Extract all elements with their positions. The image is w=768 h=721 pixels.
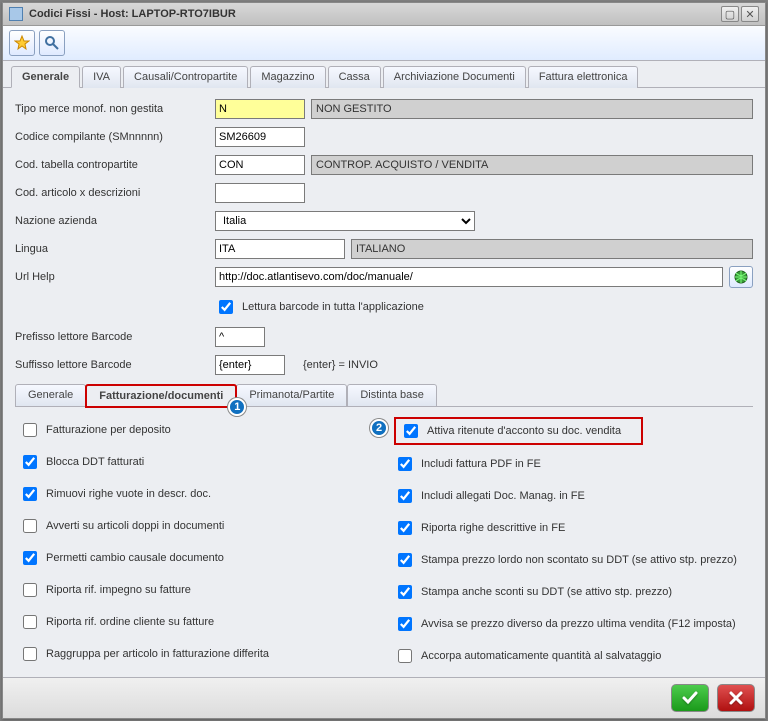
subtabs: Generale Fatturazione/documenti 1 Priman… xyxy=(15,384,753,407)
input-lingua[interactable] xyxy=(215,239,345,259)
label-prefisso: Prefisso lettore Barcode xyxy=(15,331,215,343)
ro-lingua: ITALIANO xyxy=(351,239,753,259)
window: Codici Fissi - Host: LAPTOP-RTO7IBUR ▢ ✕… xyxy=(2,2,766,719)
checkbox[interactable] xyxy=(398,553,412,567)
label-lingua: Lingua xyxy=(15,243,215,255)
input-prefisso[interactable] xyxy=(215,327,265,347)
checkbox[interactable] xyxy=(398,521,412,535)
checkbox-lettura-barcode[interactable] xyxy=(219,300,233,314)
window-title: Codici Fissi - Host: LAPTOP-RTO7IBUR xyxy=(29,8,236,20)
hint-suffisso: {enter} = INVIO xyxy=(303,359,378,371)
checkbox[interactable] xyxy=(23,423,37,437)
content: Tipo merce monof. non gestita NON GESTIT… xyxy=(3,88,765,677)
check-icon xyxy=(680,688,700,708)
label-suffisso: Suffisso lettore Barcode xyxy=(15,359,215,371)
maximize-button[interactable]: ▢ xyxy=(721,6,739,22)
cb-option[interactable]: Stampa anche sconti su DDT (se attivo st… xyxy=(394,579,749,605)
checkbox[interactable] xyxy=(23,487,37,501)
subtab-distinta[interactable]: Distinta base xyxy=(347,384,437,406)
cb-option[interactable]: Riporta rif. ordine cliente su fatture xyxy=(19,609,374,635)
titlebar: Codici Fissi - Host: LAPTOP-RTO7IBUR ▢ ✕ xyxy=(3,3,765,26)
cancel-dialog-button[interactable] xyxy=(717,684,755,712)
bottombar xyxy=(3,677,765,718)
cb-option[interactable]: Raggruppa per articolo in fatturazione d… xyxy=(19,641,374,667)
close-button[interactable]: ✕ xyxy=(741,6,759,22)
tab-cassa[interactable]: Cassa xyxy=(328,66,381,88)
subcontent: Fatturazione per deposito Blocca DDT fatt… xyxy=(15,407,753,673)
x-icon xyxy=(726,688,746,708)
cb-option[interactable]: Avvisa se prezzo diverso da prezzo ultim… xyxy=(394,611,749,637)
input-cod-tabella[interactable] xyxy=(215,155,305,175)
toolbar xyxy=(3,26,765,61)
checkbox[interactable] xyxy=(398,489,412,503)
label-tipo-merce: Tipo merce monof. non gestita xyxy=(15,103,215,115)
label-codice-comp: Codice compilante (SMnnnnn) xyxy=(15,131,215,143)
cb-option[interactable]: Includi fattura PDF in FE xyxy=(394,451,749,477)
cb-option[interactable]: Accorpa automaticamente quantità al salv… xyxy=(394,643,749,669)
cb-option[interactable]: Permetti cambio causale documento xyxy=(19,545,374,571)
tab-fattura-elettronica[interactable]: Fattura elettronica xyxy=(528,66,639,88)
checkbox[interactable] xyxy=(23,455,37,469)
magnifier-icon xyxy=(44,35,60,51)
ro-cod-tabella: CONTROP. ACQUISTO / VENDITA xyxy=(311,155,753,175)
checkbox[interactable] xyxy=(23,551,37,565)
ok-button[interactable] xyxy=(671,684,709,712)
main-tabstrip: Generale IVA Causali/Contropartite Magaz… xyxy=(3,61,765,88)
cb-highlighted[interactable]: Attiva ritenute d'acconto su doc. vendit… xyxy=(394,417,643,445)
app-icon xyxy=(9,7,23,21)
checkbox[interactable] xyxy=(398,585,412,599)
input-url-help[interactable] xyxy=(215,267,723,287)
checkbox[interactable] xyxy=(398,617,412,631)
checkbox[interactable] xyxy=(23,519,37,533)
label-cod-tabella: Cod. tabella contropartite xyxy=(15,159,215,171)
checkbox[interactable] xyxy=(398,649,412,663)
input-suffisso[interactable] xyxy=(215,355,285,375)
open-url-button[interactable] xyxy=(729,266,753,288)
search-button[interactable] xyxy=(39,30,65,56)
cb-option[interactable]: Fatturazione per deposito xyxy=(19,417,374,443)
right-column: 2Attiva ritenute d'acconto su doc. vendi… xyxy=(394,417,749,669)
globe-icon xyxy=(734,270,748,284)
star-wand-icon xyxy=(14,35,30,51)
cb-option[interactable]: Stampa prezzo lordo non scontato su DDT … xyxy=(394,547,749,573)
subtab-generale[interactable]: Generale xyxy=(15,384,86,406)
checkbox[interactable] xyxy=(23,647,37,661)
cb-option[interactable]: Riporta righe descrittive in FE xyxy=(394,515,749,541)
wizard-button[interactable] xyxy=(9,30,35,56)
cb-lettura-barcode[interactable]: Lettura barcode in tutta l'applicazione xyxy=(215,294,424,320)
cb-option[interactable]: Rimuovi righe vuote in descr. doc. xyxy=(19,481,374,507)
input-codice-comp[interactable] xyxy=(215,127,305,147)
cb-option[interactable]: Avverti su articoli doppi in documenti xyxy=(19,513,374,539)
tab-iva[interactable]: IVA xyxy=(82,66,121,88)
ro-tipo-merce: NON GESTITO xyxy=(311,99,753,119)
select-nazione[interactable]: Italia xyxy=(215,211,475,231)
cb-option[interactable]: Includi allegati Doc. Manag. in FE xyxy=(394,483,749,509)
tab-causali[interactable]: Causali/Contropartite xyxy=(123,66,248,88)
tab-magazzino[interactable]: Magazzino xyxy=(250,66,325,88)
tab-archiviazione[interactable]: Archiviazione Documenti xyxy=(383,66,526,88)
cb-option[interactable]: Blocca DDT fatturati xyxy=(19,449,374,475)
input-cod-articolo[interactable] xyxy=(215,183,305,203)
subtab-fatturazione[interactable]: Fatturazione/documenti xyxy=(85,384,237,408)
input-tipo-merce[interactable] xyxy=(215,99,305,119)
checkbox[interactable] xyxy=(23,615,37,629)
checkbox[interactable] xyxy=(404,424,418,438)
checkbox[interactable] xyxy=(398,457,412,471)
checkbox[interactable] xyxy=(23,583,37,597)
left-column: Fatturazione per deposito Blocca DDT fatt… xyxy=(19,417,374,669)
annotation-2: 2 xyxy=(370,419,388,437)
cb-option[interactable]: Riporta rif. impegno su fatture xyxy=(19,577,374,603)
tab-generale[interactable]: Generale xyxy=(11,66,80,88)
label-url-help: Url Help xyxy=(15,271,215,283)
label-cod-articolo: Cod. articolo x descrizioni xyxy=(15,187,215,199)
label-nazione: Nazione azienda xyxy=(15,215,215,227)
subtab-primanota[interactable]: Primanota/Partite xyxy=(236,384,347,406)
